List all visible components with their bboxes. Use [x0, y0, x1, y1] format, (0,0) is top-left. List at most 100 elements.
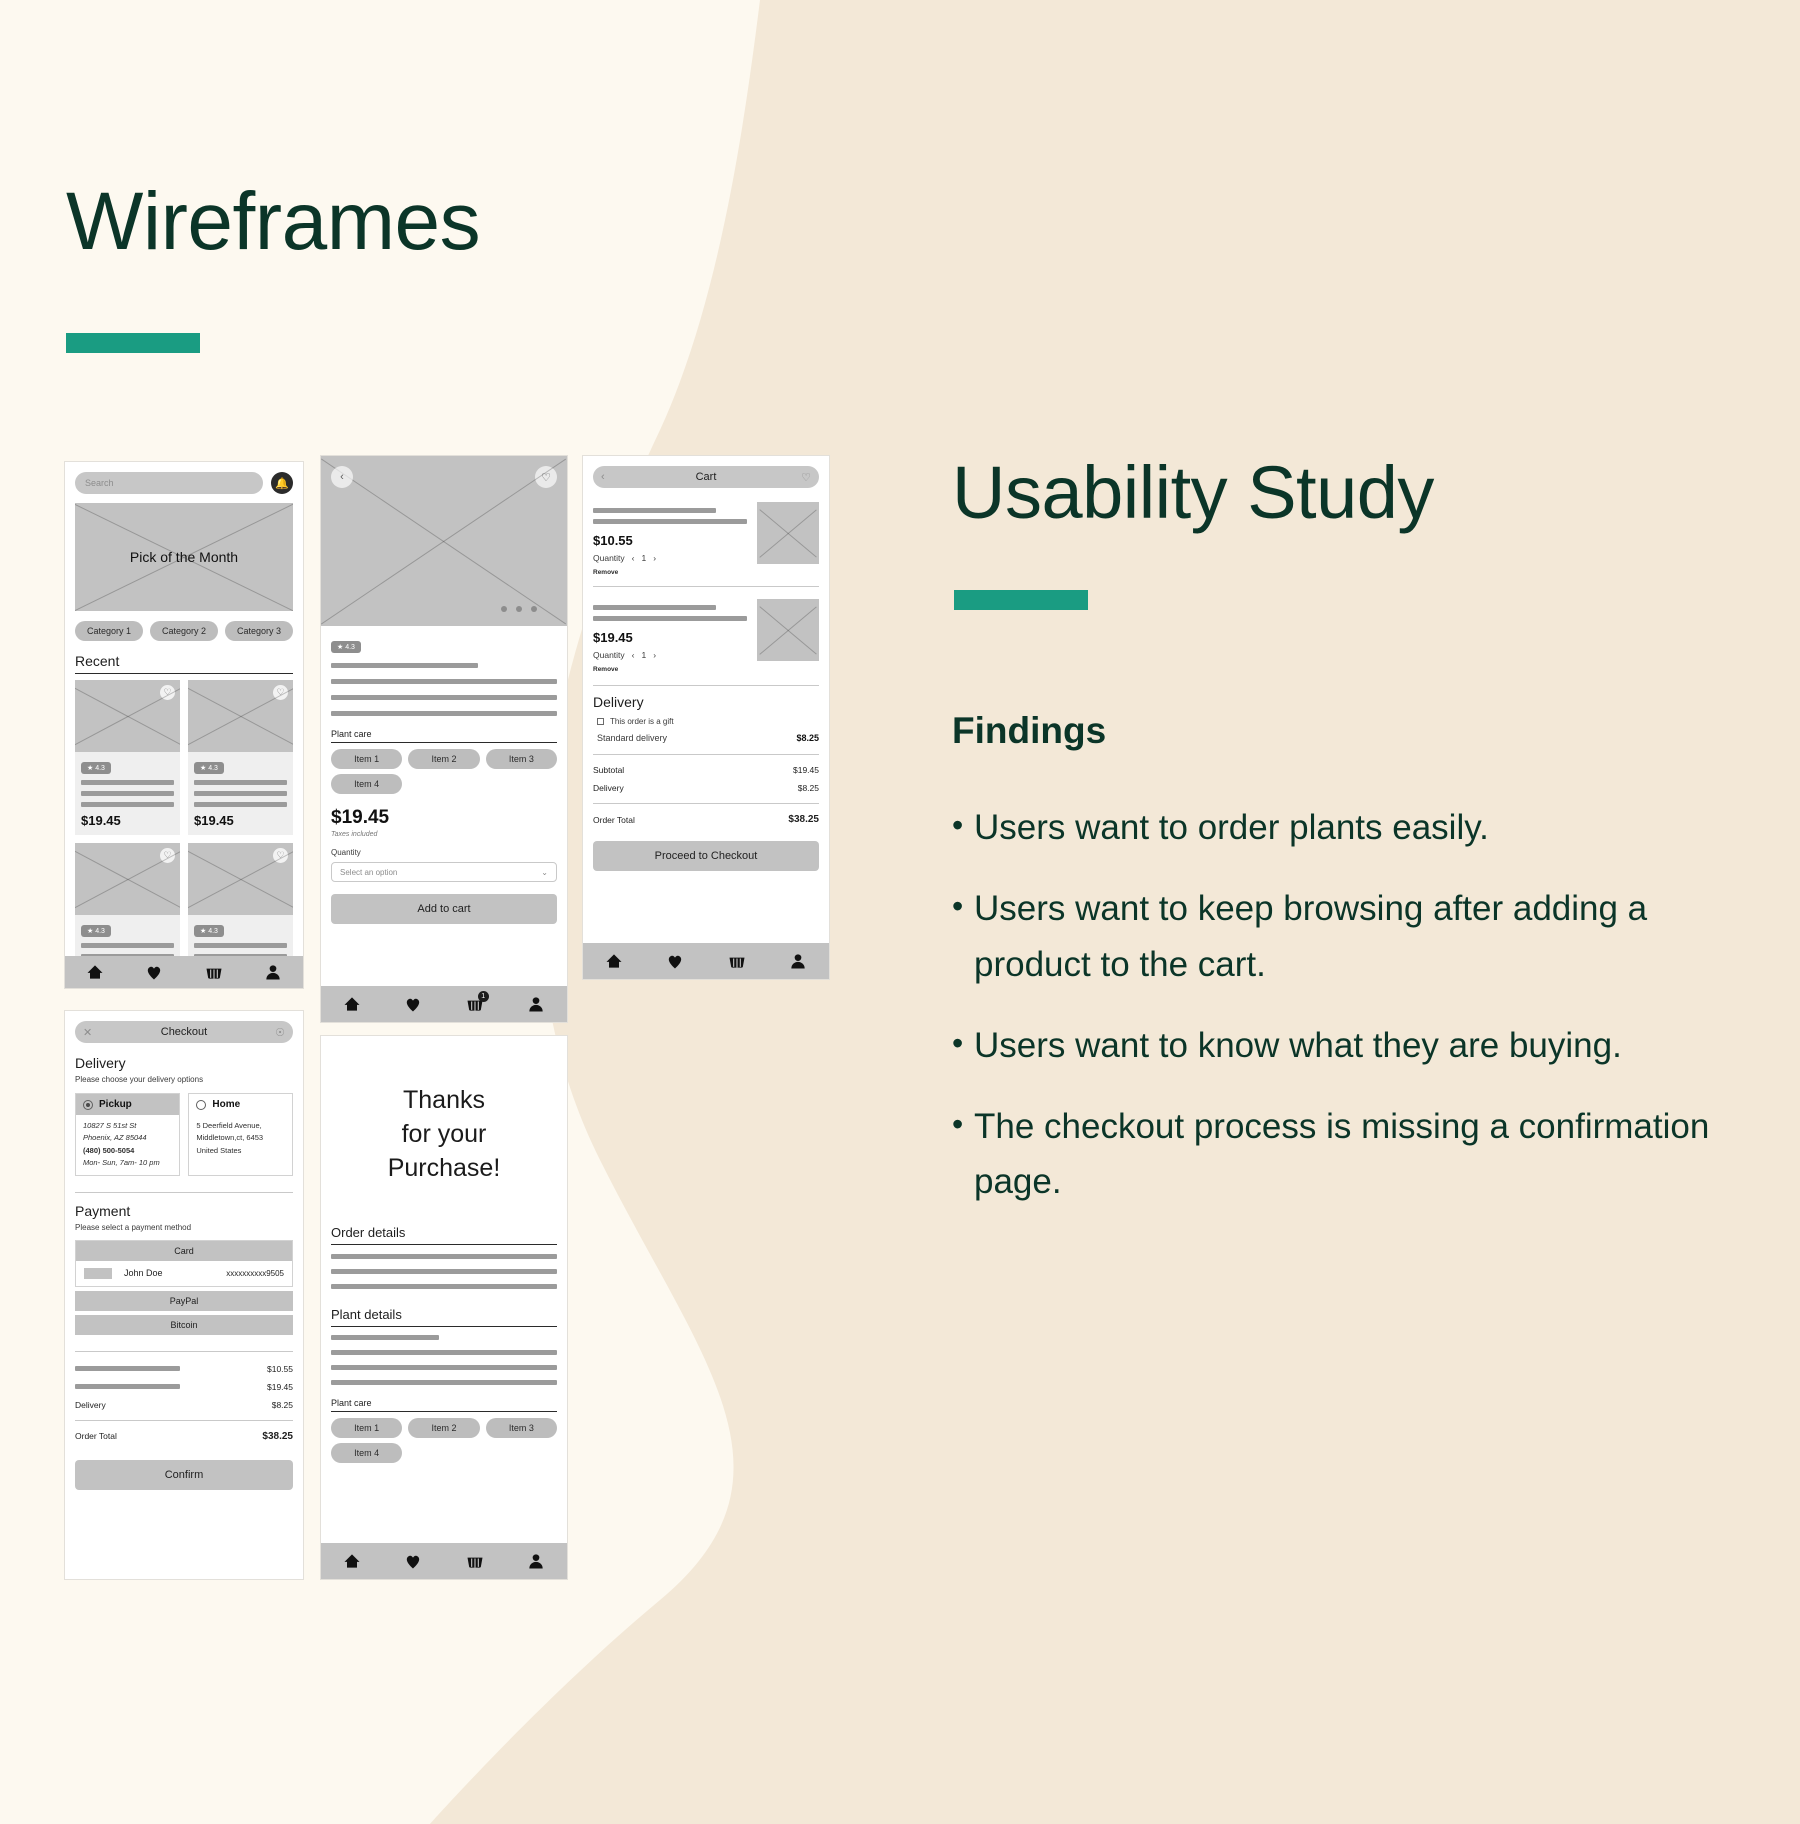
bottom-nav[interactable]: 1 [321, 986, 567, 1022]
heart-icon[interactable]: ♡ [535, 466, 557, 488]
heart-icon[interactable] [403, 994, 423, 1014]
product-gallery[interactable]: ‹ ♡ [321, 456, 567, 626]
order-total-row: Order Total $38.25 [75, 1427, 293, 1446]
heart-icon[interactable]: ♡ [801, 471, 811, 484]
category-chip[interactable]: Category 2 [150, 621, 218, 641]
payment-heading: Payment [75, 1202, 131, 1219]
add-to-cart-button[interactable]: Add to cart [331, 894, 557, 924]
order-total-label: Order Total [593, 814, 635, 825]
close-icon[interactable]: ✕ [83, 1026, 92, 1039]
home-icon[interactable] [342, 994, 362, 1014]
quantity-select[interactable]: Select an option ⌄ [331, 862, 557, 882]
home-icon[interactable] [604, 951, 624, 971]
radio-selected-icon[interactable] [83, 1099, 93, 1110]
summary-row: $19.45 [75, 1378, 293, 1396]
bullet-icon: • [952, 807, 964, 843]
care-item-chip[interactable]: Item 2 [408, 749, 480, 769]
search-input[interactable]: Search [75, 472, 263, 494]
chevron-down-icon: ⌄ [541, 867, 548, 877]
payment-card-option[interactable]: Card John Doe xxxxxxxxxx9505 [75, 1239, 293, 1287]
cart-item-thumbnail [757, 599, 819, 661]
payment-paypal-option[interactable]: PayPal [75, 1290, 293, 1311]
remove-link[interactable]: Remove [593, 666, 747, 673]
radio-icon[interactable] [196, 1099, 207, 1110]
chevron-left-icon[interactable]: ‹ [601, 471, 605, 483]
home-icon[interactable] [85, 962, 105, 982]
product-price: $19.45 [331, 807, 390, 828]
bottom-nav[interactable] [583, 943, 829, 979]
payment-bitcoin-option[interactable]: Bitcoin [75, 1314, 293, 1335]
product-card[interactable]: ♡ ★ 4.3 [188, 843, 293, 972]
home-icon[interactable] [342, 1551, 362, 1571]
rating-badge: ★ 4.3 [81, 762, 111, 774]
delivery-option-pickup[interactable]: Pickup 10827 S 51st St Phoenix, AZ 85044… [75, 1093, 180, 1176]
plant-care-title: Plant care [331, 729, 372, 739]
gift-checkbox[interactable] [597, 718, 604, 725]
profile-icon[interactable] [263, 962, 283, 982]
delivery-heading: Delivery [593, 694, 644, 710]
category-chip[interactable]: Category 3 [225, 621, 293, 641]
profile-icon[interactable] [526, 994, 546, 1014]
product-card[interactable]: ♡ ★ 4.3 [75, 843, 180, 972]
address-phone: (480) 500-5054 [83, 1145, 135, 1155]
summary-row: Subtotal $19.45 [593, 761, 819, 779]
heart-icon[interactable]: ♡ [160, 848, 175, 863]
summary-value: $8.25 [797, 783, 819, 793]
title-underline-accent [66, 333, 200, 353]
remove-link[interactable]: Remove [593, 569, 747, 576]
basket-icon[interactable] [465, 1551, 485, 1571]
finding-text: Users want to know what they are buying. [974, 1025, 1622, 1065]
care-item-chip[interactable]: Item 4 [331, 1443, 403, 1464]
heart-icon[interactable] [144, 962, 164, 982]
hero-banner[interactable]: Pick of the Month [75, 503, 293, 611]
profile-icon[interactable] [788, 951, 808, 971]
basket-icon[interactable] [204, 962, 224, 982]
address-line: United States [196, 1145, 242, 1155]
care-item-chip[interactable]: Item 1 [331, 749, 403, 769]
summary-value: $19.45 [793, 765, 819, 775]
quantity-increment[interactable]: › [653, 553, 656, 563]
quantity-increment[interactable]: › [653, 650, 656, 660]
heart-icon[interactable] [403, 1551, 423, 1571]
delivery-option-label: Standard delivery [597, 733, 668, 743]
quantity-decrement[interactable]: ‹ [632, 650, 635, 660]
care-item-chip[interactable]: Item 3 [485, 1418, 557, 1439]
bottom-nav[interactable] [65, 956, 303, 988]
bottom-nav[interactable] [321, 1543, 567, 1579]
confirm-button[interactable]: Confirm [75, 1459, 293, 1490]
wireframe-product-screen: ‹ ♡ ★ 4.3 Plant care Item 1 Item 2 Item … [320, 455, 568, 1023]
proceed-to-checkout-button[interactable]: Proceed to Checkout [593, 841, 819, 871]
rating-badge: ★ 4.3 [194, 925, 224, 937]
quantity-label: Quantity [593, 650, 625, 660]
rating-badge: ★ 4.3 [81, 925, 111, 937]
heart-icon[interactable] [665, 951, 685, 971]
thanks-message: Thanks for your Purchase! [337, 1084, 551, 1185]
care-item-chip[interactable]: Item 2 [408, 1418, 480, 1439]
care-item-chip[interactable]: Item 3 [485, 749, 557, 769]
category-chip[interactable]: Category 1 [75, 621, 143, 641]
cart-item-price: $19.45 [593, 630, 633, 645]
quantity-value: 1 [641, 553, 647, 563]
care-item-chip[interactable]: Item 1 [331, 1418, 403, 1439]
cart-item: $19.45 Quantity ‹ 1 › Remove [593, 599, 819, 673]
basket-icon[interactable]: 1 [465, 991, 489, 1014]
wireframe-confirmation-screen: Thanks for your Purchase! Order details … [320, 1035, 568, 1580]
profile-icon[interactable]: ☉ [275, 1026, 285, 1039]
section-title-recent: Recent [75, 653, 120, 669]
delivery-option-home[interactable]: Home 5 Deerfield Avenue, Middletown,ct, … [188, 1093, 293, 1176]
chevron-left-icon[interactable]: ‹ [331, 466, 353, 488]
heart-icon[interactable]: ♡ [273, 685, 288, 700]
bullet-icon: • [952, 888, 964, 925]
product-card[interactable]: ♡ ★ 4.3 $19.45 [188, 680, 293, 835]
profile-icon[interactable] [526, 1551, 546, 1571]
heart-icon[interactable]: ♡ [160, 685, 175, 700]
basket-icon[interactable] [727, 951, 747, 971]
summary-label: Delivery [75, 1399, 106, 1410]
product-card[interactable]: ♡ ★ 4.3 $19.45 [75, 680, 180, 835]
quantity-decrement[interactable]: ‹ [632, 553, 635, 563]
bell-icon[interactable]: 🔔 [271, 472, 293, 494]
heart-icon[interactable]: ♡ [273, 848, 288, 863]
care-item-chip[interactable]: Item 4 [331, 774, 403, 794]
address-line: Middletown,ct, 6453 [196, 1133, 264, 1143]
gallery-dots[interactable] [501, 606, 537, 612]
